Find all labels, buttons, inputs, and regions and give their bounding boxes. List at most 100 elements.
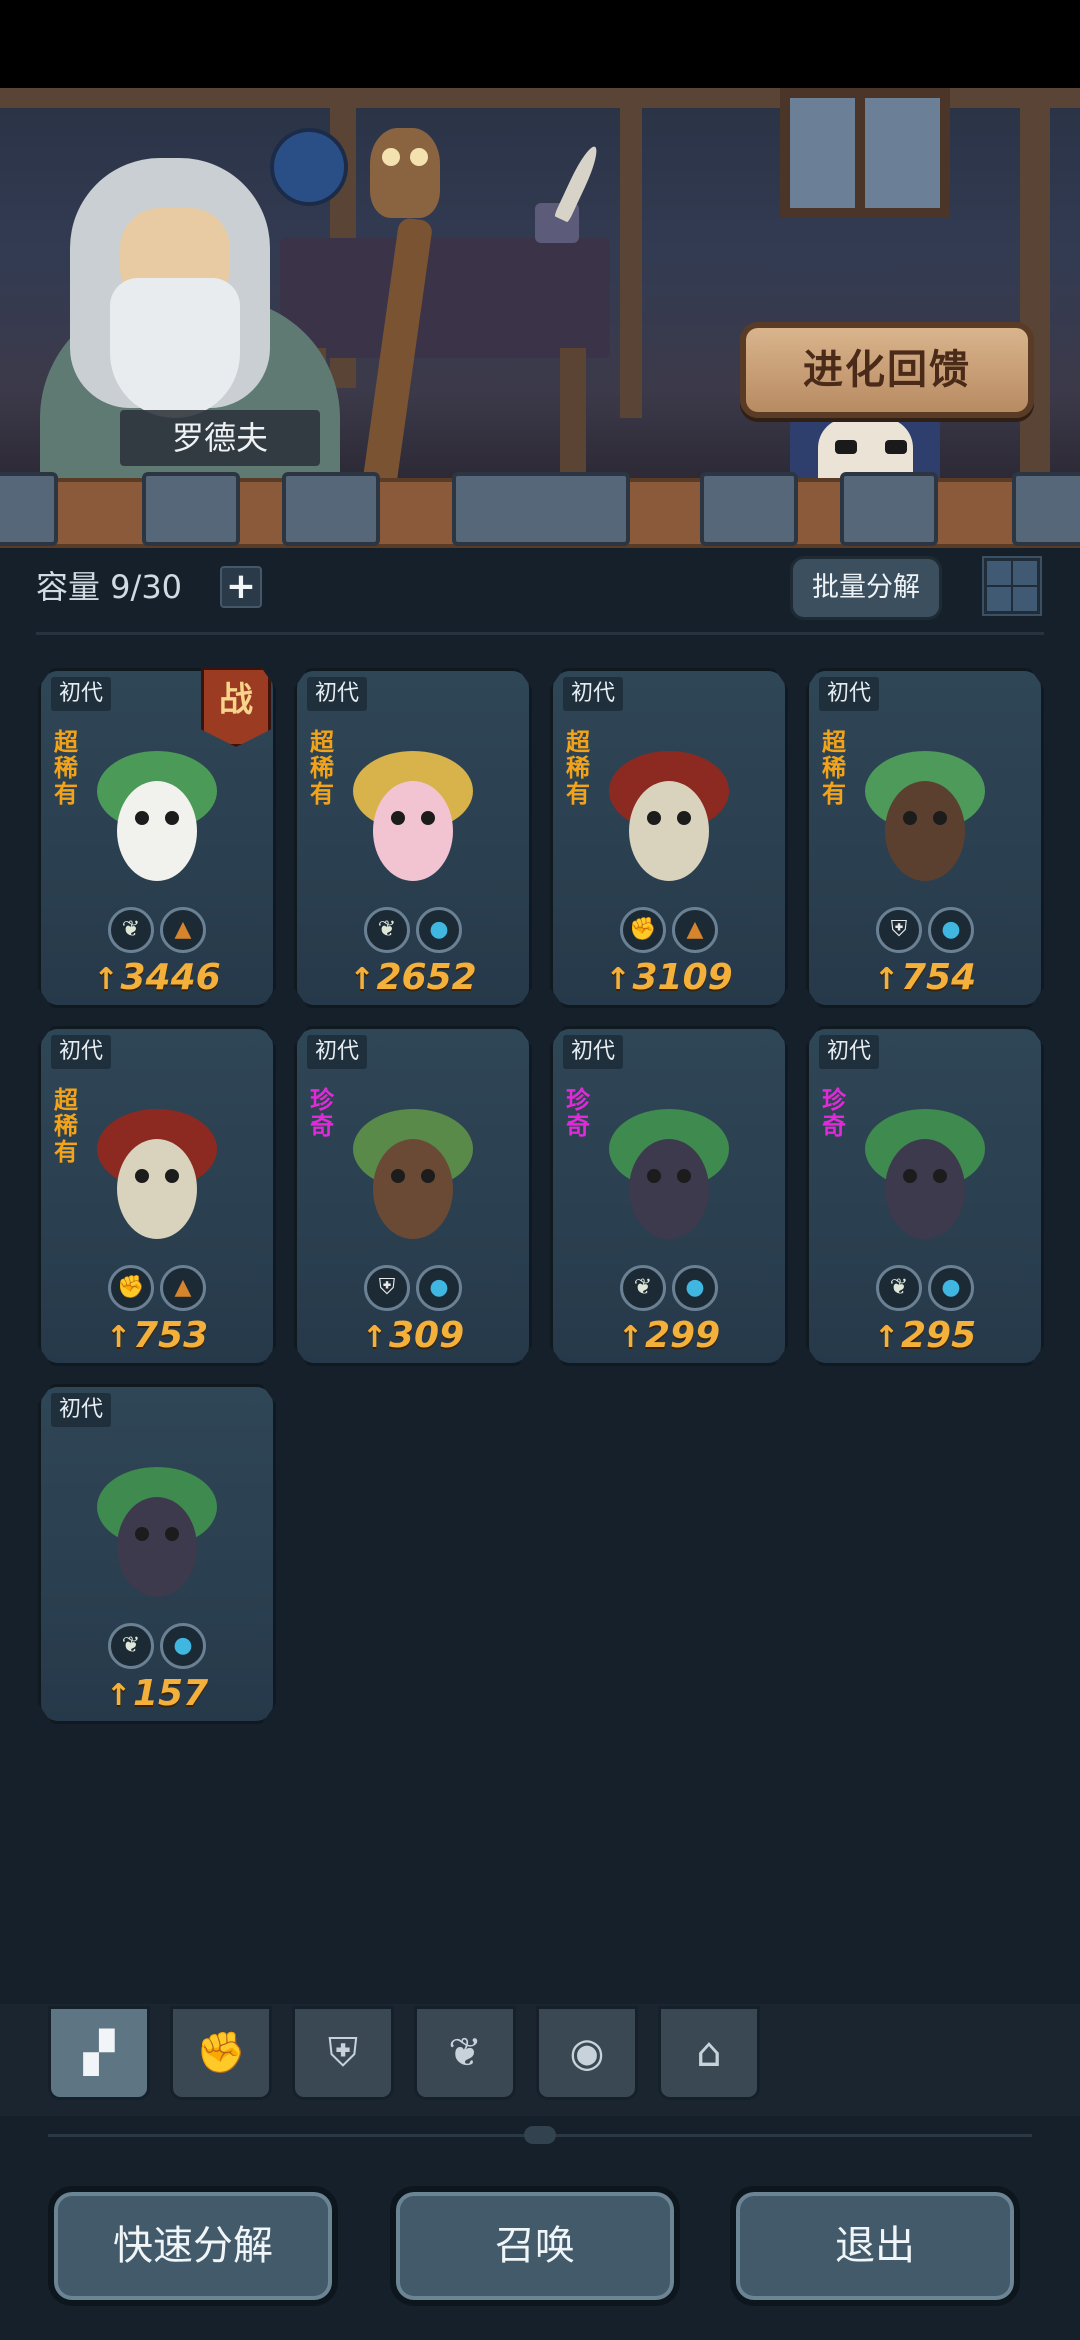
generation-label: 初代: [563, 677, 624, 711]
power-arrow-icon: ↑: [873, 962, 899, 997]
power-number: 753: [132, 1315, 209, 1356]
creature-portrait: [87, 1457, 227, 1607]
evolution-reward-button[interactable]: 进化回馈: [740, 322, 1034, 418]
water-icon: ●: [928, 907, 974, 953]
type-icons: ❦ ●: [41, 1623, 273, 1669]
generation-label: 初代: [819, 677, 880, 711]
power-number: 309: [388, 1315, 465, 1356]
power-value: ↑309: [297, 1315, 529, 1356]
rarity-label: 超稀有: [54, 728, 78, 808]
creature-portrait: [855, 741, 995, 891]
summon-button[interactable]: 召唤: [390, 2186, 680, 2306]
alien-head-icon: ◉: [569, 2030, 605, 2076]
power-arrow-icon: ↑: [873, 1320, 899, 1355]
exit-button[interactable]: 退出: [730, 2186, 1020, 2306]
sprout-icon: ❦: [108, 907, 154, 953]
creature-portrait: [599, 741, 739, 891]
creature-portrait: [343, 741, 483, 891]
creature-card[interactable]: 初代超稀有 ✊ ▲ ↑3109: [550, 668, 788, 1008]
power-arrow-icon: ↑: [605, 962, 631, 997]
creature-card[interactable]: 初代 超稀有 ✊ ▲ ↑753: [38, 1026, 276, 1366]
creature-card[interactable]: 初代超稀有 ❦ ● ↑2652: [294, 668, 532, 1008]
fist-icon: ✊: [108, 1265, 154, 1311]
power-number: 2652: [376, 957, 477, 998]
type-icons: ❦ ●: [809, 1265, 1041, 1311]
type-icons: ❦ ▲: [41, 907, 273, 953]
power-value: ↑753: [41, 1315, 273, 1356]
type-icons: ❦ ●: [297, 907, 529, 953]
creature-portrait: [599, 1099, 739, 1249]
power-arrow-icon: ↑: [93, 962, 119, 997]
type-icons: ✊ ▲: [553, 907, 785, 953]
power-value: ↑157: [41, 1673, 273, 1714]
elder-beard: [110, 278, 240, 418]
creature-card[interactable]: 初代 珍奇 ❦ ● ↑299: [550, 1026, 788, 1366]
power-arrow-icon: ↑: [617, 1320, 643, 1355]
power-value: ↑299: [553, 1315, 785, 1356]
rarity-label: 超稀有: [566, 728, 590, 808]
divider: [36, 632, 1044, 635]
npc-name: 罗德夫: [120, 410, 320, 466]
power-value: ↑3109: [553, 957, 785, 998]
water-icon: ●: [160, 1623, 206, 1669]
power-value: ↑754: [809, 957, 1041, 998]
npc-banner: 罗德夫 进化回馈: [0, 88, 1080, 490]
generation-label: 初代: [51, 1393, 112, 1427]
in-battle-badge: 战: [201, 668, 271, 747]
filter-tab-sprout[interactable]: ❦: [414, 2006, 516, 2100]
rock-icon: ▲: [672, 907, 718, 953]
rock-icon: ▲: [160, 907, 206, 953]
sprout-icon: ❦: [108, 1623, 154, 1669]
window: [780, 88, 950, 218]
grid-view-toggle[interactable]: [982, 556, 1042, 616]
generation-label: 初代: [51, 677, 112, 711]
batch-decompose-button[interactable]: 批量分解: [790, 556, 942, 620]
type-icons: ⛨ ●: [297, 1265, 529, 1311]
generation-label: 初代: [51, 1035, 112, 1069]
power-value: ↑295: [809, 1315, 1041, 1356]
plus-icon: +: [225, 566, 257, 607]
creature-card[interactable]: 初代 超稀有 ⛨ ● ↑754: [806, 668, 1044, 1008]
rarity-label: 超稀有: [310, 728, 334, 808]
filter-tab-shield[interactable]: ⛨: [292, 2006, 394, 2100]
rarity-label: 珍奇: [822, 1086, 846, 1140]
creature-card[interactable]: 初代 ❦ ● ↑157: [38, 1384, 276, 1724]
creature-portrait: [855, 1099, 995, 1249]
type-icons: ❦ ●: [553, 1265, 785, 1311]
type-icons: ⛨ ●: [809, 907, 1041, 953]
grid-icon: [987, 561, 1011, 585]
shield-icon: ⛨: [876, 907, 922, 953]
rarity-label: 超稀有: [54, 1086, 78, 1166]
creature-card[interactable]: 初代 超稀有战 ❦ ▲ ↑3446: [38, 668, 276, 1008]
add-capacity-button[interactable]: +: [220, 566, 262, 608]
helmet-icon: ⌂: [696, 2030, 722, 2076]
power-number: 3446: [120, 957, 221, 998]
separator-knot: [524, 2126, 556, 2144]
filter-tab-helmet[interactable]: ⌂: [658, 2006, 760, 2100]
filter-tab-all-blocks[interactable]: ▞: [48, 2006, 150, 2100]
rock-icon: ▲: [160, 1265, 206, 1311]
power-arrow-icon: ↑: [105, 1678, 131, 1713]
desk: [280, 238, 610, 358]
filter-tab-fist[interactable]: ✊: [170, 2006, 272, 2100]
power-arrow-icon: ↑: [105, 1320, 131, 1355]
sprout-icon: ❦: [876, 1265, 922, 1311]
sprout-icon: ❦: [448, 2030, 482, 2076]
power-value: ↑3446: [41, 957, 273, 998]
generation-label: 初代: [307, 677, 368, 711]
creature-portrait: [87, 1099, 227, 1249]
owl-icon: [370, 128, 440, 218]
creature-portrait: [343, 1099, 483, 1249]
rarity-label: 珍奇: [310, 1086, 334, 1140]
quick-decompose-button[interactable]: 快速分解: [48, 2186, 338, 2306]
water-icon: ●: [672, 1265, 718, 1311]
creature-card[interactable]: 初代 珍奇 ⛨ ● ↑309: [294, 1026, 532, 1366]
power-value: ↑2652: [297, 957, 529, 998]
capacity-label: 容量 9/30: [36, 568, 183, 606]
creature-portrait: [87, 741, 227, 891]
all-blocks-icon: ▞: [83, 2030, 115, 2076]
filter-tab-alien-head[interactable]: ◉: [536, 2006, 638, 2100]
globe-icon: [270, 128, 348, 206]
rarity-label: 珍奇: [566, 1086, 590, 1140]
creature-card[interactable]: 初代 珍奇 ❦ ● ↑295: [806, 1026, 1044, 1366]
